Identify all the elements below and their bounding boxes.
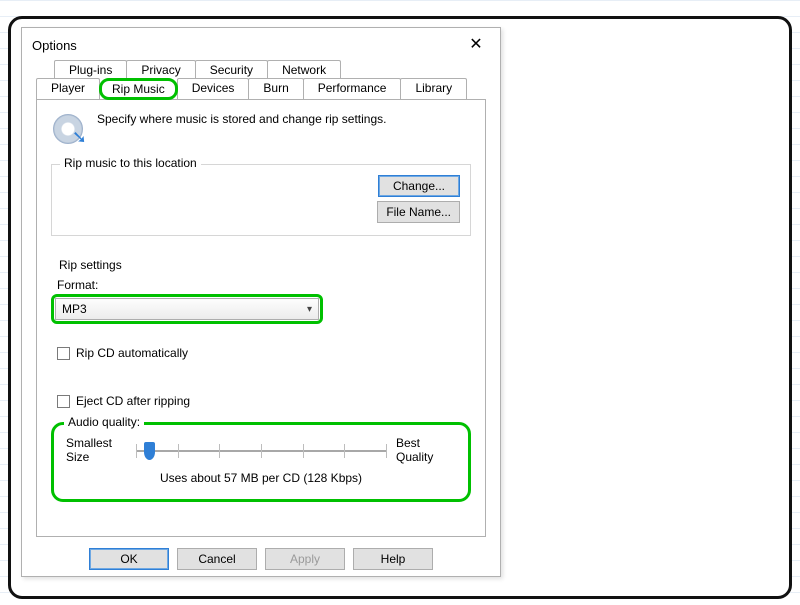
tab-library[interactable]: Library xyxy=(400,78,467,100)
titlebar: Options ✕ xyxy=(22,28,500,60)
auto-rip-row[interactable]: Rip CD automatically xyxy=(57,346,471,360)
tab-burn[interactable]: Burn xyxy=(248,78,303,100)
slider-right-label: Best Quality xyxy=(396,437,456,465)
tab-privacy[interactable]: Privacy xyxy=(126,60,195,79)
tab-performance[interactable]: Performance xyxy=(303,78,402,100)
ok-button[interactable]: OK xyxy=(89,548,169,570)
auto-rip-label: Rip CD automatically xyxy=(76,346,188,360)
audio-quality-slider[interactable] xyxy=(136,437,386,465)
tab-row-upper: Plug-ins Privacy Security Network xyxy=(54,60,486,79)
rip-settings-legend: Rip settings xyxy=(55,258,126,272)
rip-settings-group: Rip settings Format: MP3 ▾ Rip CD automa… xyxy=(51,258,471,502)
format-select[interactable]: MP3 ▾ xyxy=(55,298,319,320)
slider-left-label: Smallest Size xyxy=(66,437,126,465)
audio-quality-group: Audio quality: Smallest Size xyxy=(51,422,471,502)
tab-panel: ➘ Specify where music is stored and chan… xyxy=(36,99,486,537)
chevron-down-icon: ▾ xyxy=(307,304,312,315)
rip-cd-icon: ➘ xyxy=(51,112,87,148)
format-value: MP3 xyxy=(62,302,87,316)
tab-network[interactable]: Network xyxy=(267,60,341,79)
tab-strip: Plug-ins Privacy Security Network Player… xyxy=(22,60,500,537)
intro-row: ➘ Specify where music is stored and chan… xyxy=(51,110,471,158)
audio-quality-slider-row: Smallest Size xyxy=(66,437,456,465)
close-icon: ✕ xyxy=(469,37,482,53)
intro-text: Specify where music is stored and change… xyxy=(97,112,386,126)
format-label: Format: xyxy=(57,278,471,292)
dialog-button-row: OK Cancel Apply Help xyxy=(22,548,500,570)
close-button[interactable]: ✕ xyxy=(460,34,492,56)
window-title: Options xyxy=(32,38,77,53)
eject-row[interactable]: Eject CD after ripping xyxy=(57,394,471,408)
filename-button[interactable]: File Name... xyxy=(377,201,460,223)
tab-devices[interactable]: Devices xyxy=(177,78,250,100)
options-dialog: Options ✕ Plug-ins Privacy Security Netw… xyxy=(21,27,501,577)
screenshot-frame: Options ✕ Plug-ins Privacy Security Netw… xyxy=(8,16,792,599)
apply-button[interactable]: Apply xyxy=(265,548,345,570)
auto-rip-checkbox[interactable] xyxy=(57,347,70,360)
format-select-highlight: MP3 ▾ xyxy=(51,294,323,324)
tab-row-lower: Player Rip Music Devices Burn Performanc… xyxy=(36,78,486,100)
tab-player[interactable]: Player xyxy=(36,78,100,100)
location-legend: Rip music to this location xyxy=(60,156,201,170)
location-group: Rip music to this location Change... Fil… xyxy=(51,164,471,236)
eject-checkbox[interactable] xyxy=(57,395,70,408)
audio-quality-legend: Audio quality: xyxy=(64,415,144,429)
audio-usage-text: Uses about 57 MB per CD (128 Kbps) xyxy=(66,471,456,485)
tab-plugins[interactable]: Plug-ins xyxy=(54,60,127,79)
cancel-button[interactable]: Cancel xyxy=(177,548,257,570)
help-button[interactable]: Help xyxy=(353,548,433,570)
tab-security[interactable]: Security xyxy=(195,60,268,79)
eject-label: Eject CD after ripping xyxy=(76,394,190,408)
tab-rip-music[interactable]: Rip Music xyxy=(99,78,178,100)
change-button[interactable]: Change... xyxy=(378,175,460,197)
slider-thumb[interactable] xyxy=(144,442,155,460)
